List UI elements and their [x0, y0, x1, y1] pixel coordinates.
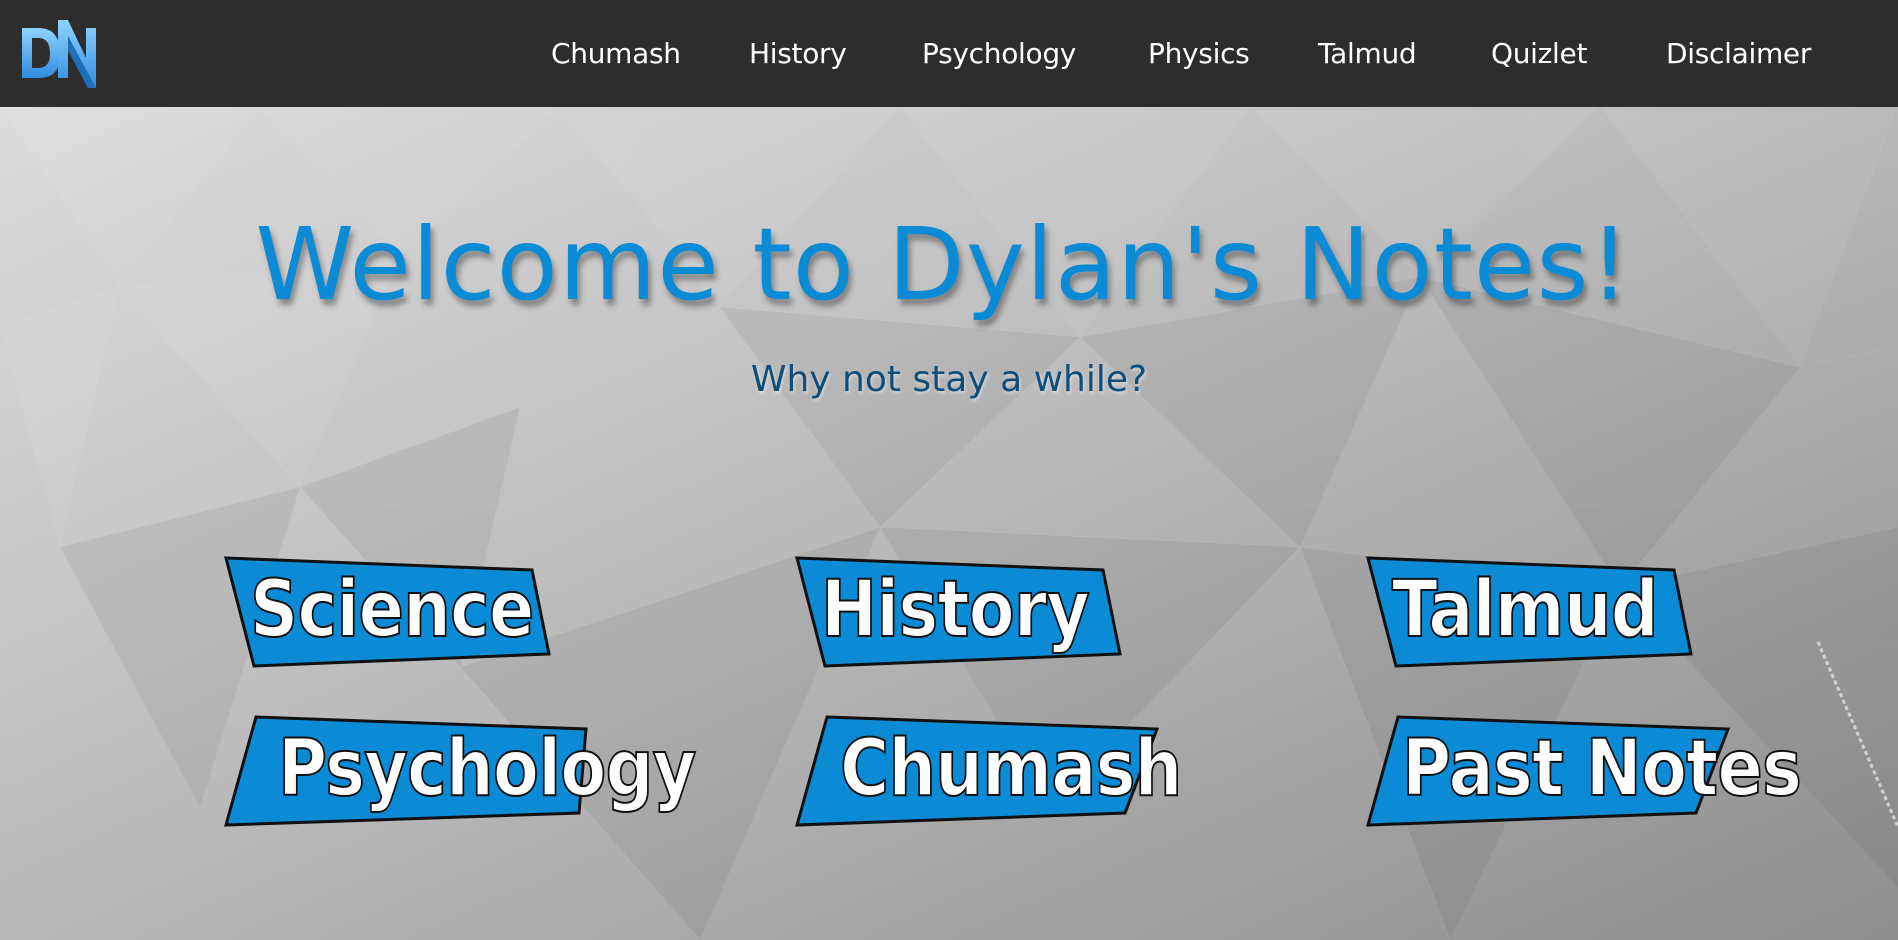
category-label: Psychology: [277, 723, 697, 815]
nav-item-talmud[interactable]: Talmud: [1318, 36, 1417, 72]
nav-item-disclaimer[interactable]: Disclaimer: [1666, 36, 1811, 72]
category-button-talmud[interactable]: Talmud: [1366, 556, 1786, 676]
main-nav: Chumash History Psychology Physics Talmu…: [0, 0, 1898, 107]
category-label: Chumash: [839, 723, 1183, 815]
category-button-science[interactable]: Science: [224, 556, 644, 676]
nav-item-quizlet[interactable]: Quizlet: [1491, 36, 1587, 72]
nav-item-chumash[interactable]: Chumash: [551, 36, 681, 72]
category-label: History: [820, 564, 1091, 656]
page-title: Welcome to Dylan's Notes!: [255, 206, 1631, 323]
category-button-psychology[interactable]: Psychology: [224, 715, 697, 835]
category-label: Science: [249, 564, 535, 656]
nav-item-physics[interactable]: Physics: [1148, 36, 1250, 72]
page-subtitle: Why not stay a while?: [750, 359, 1148, 400]
nav-item-psychology[interactable]: Psychology: [922, 36, 1076, 72]
category-label: Past Notes: [1401, 723, 1803, 815]
category-button-past-notes[interactable]: Past Notes: [1366, 715, 1803, 835]
category-button-chumash[interactable]: Chumash: [795, 715, 1215, 835]
category-label: Talmud: [1391, 564, 1659, 656]
category-button-history[interactable]: History: [795, 556, 1215, 676]
top-navigation-bar: Chumash History Psychology Physics Talmu…: [0, 0, 1898, 107]
nav-item-history[interactable]: History: [749, 36, 847, 72]
